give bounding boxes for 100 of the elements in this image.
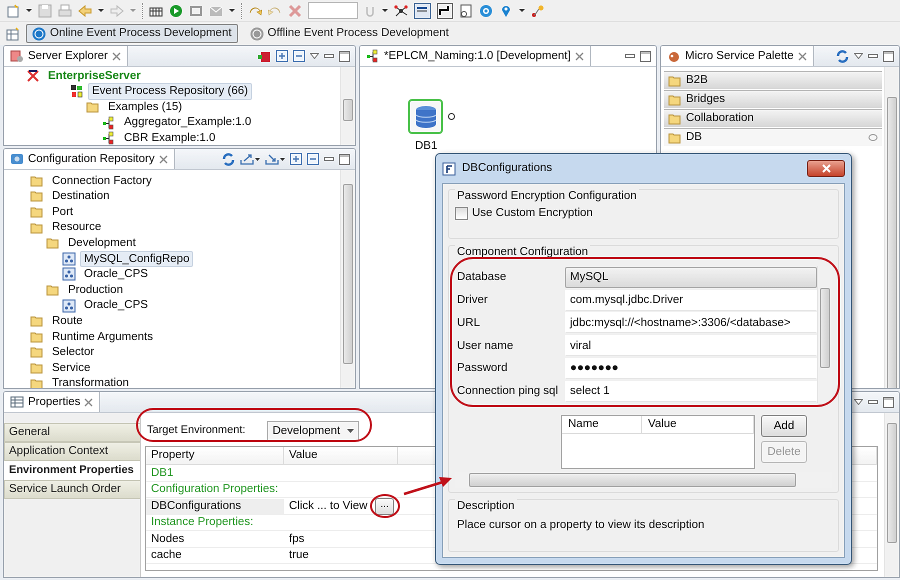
minimize-icon[interactable] [324, 156, 334, 162]
side-tab[interactable]: Environment Properties [4, 461, 140, 480]
play-icon[interactable] [169, 4, 183, 18]
open-perspective-icon[interactable] [6, 26, 20, 40]
editor-tab[interactable]: *EPLCM_Naming:1.0 [Development] [360, 46, 591, 66]
expand-all-icon[interactable] [276, 50, 288, 62]
toolbar-combo-field[interactable] [308, 2, 358, 19]
dropdown-caret-icon[interactable] [98, 9, 104, 12]
input-field[interactable]: select 1 [565, 380, 817, 402]
maximize-icon[interactable] [883, 396, 894, 408]
tree-item[interactable]: CBR Example:1.0 [120, 130, 220, 145]
view-menu-icon[interactable] [854, 399, 863, 405]
scrollbar[interactable] [817, 266, 832, 403]
tree-item[interactable]: Oracle_CPS [80, 266, 152, 283]
route-icon[interactable] [531, 4, 545, 18]
view-tab[interactable]: Server Explorer [4, 46, 128, 66]
column-header[interactable]: Property [146, 447, 284, 464]
connector-icon[interactable] [437, 2, 453, 18]
scrollbar[interactable] [884, 67, 899, 388]
xy-layout-icon[interactable] [414, 2, 431, 18]
tree-item[interactable]: Aggregator_Example:1.0 [120, 114, 256, 131]
tree-item[interactable]: Development [64, 234, 140, 252]
tree-item[interactable]: Port [48, 204, 78, 220]
scrollbar[interactable] [340, 170, 355, 388]
minimize-icon[interactable] [324, 54, 334, 58]
checkbox[interactable]: Use Custom Encryption [455, 206, 832, 220]
back-arrow-icon[interactable] [78, 4, 92, 18]
location-pin-icon[interactable] [499, 4, 513, 18]
tree-item[interactable]: Service [48, 360, 94, 376]
input-field[interactable]: viral [565, 335, 817, 356]
tree-item[interactable]: MySQL_ConfigRepo [80, 250, 194, 267]
tree-item[interactable]: Connection Factory [48, 172, 156, 189]
close-icon[interactable] [798, 52, 807, 60]
perspective-tab[interactable]: Online Event Process Development [26, 24, 238, 43]
dropdown-caret-icon[interactable] [519, 9, 525, 12]
column-header[interactable]: Name [562, 416, 642, 433]
tree-item[interactable]: Destination [48, 188, 114, 205]
dropdown-caret-icon[interactable] [382, 9, 388, 12]
close-icon[interactable] [574, 52, 584, 60]
palette-drawer[interactable]: DB [664, 128, 882, 147]
input-field[interactable]: jdbc:mysql://<hostname>:3306/<database> [565, 312, 817, 334]
column-header[interactable]: Value [642, 416, 754, 433]
minimize-icon[interactable] [868, 54, 878, 58]
port-icon[interactable] [448, 113, 455, 120]
view-menu-icon[interactable] [310, 53, 319, 59]
maximize-icon[interactable] [883, 50, 894, 62]
print-icon[interactable] [58, 4, 72, 18]
collapse-all-icon[interactable] [293, 50, 305, 62]
import-icon[interactable] [265, 153, 285, 165]
tree-item[interactable]: Selector [48, 344, 98, 361]
tree-item[interactable]: Event Process Repository (66) [88, 83, 252, 100]
close-icon[interactable] [112, 52, 121, 60]
action-button[interactable]: Add [761, 414, 807, 437]
column-header[interactable]: Value [284, 447, 398, 464]
tree-item[interactable]: Transformation [48, 375, 133, 388]
side-tab[interactable]: General [4, 423, 140, 442]
network-icon[interactable] [394, 4, 408, 18]
view-tab[interactable]: Configuration Repository [4, 149, 175, 169]
dropdown-caret-icon[interactable] [26, 9, 32, 12]
side-tab[interactable]: Application Context [4, 442, 140, 461]
palette-drawer[interactable]: B2B [664, 71, 882, 90]
perspective-tab[interactable]: Offline Event Process Development [244, 24, 455, 43]
scrollbar[interactable] [340, 67, 355, 145]
document-search-icon[interactable] [459, 4, 473, 18]
ellipsis-button[interactable]: ... [375, 498, 394, 515]
tree-item[interactable]: EnterpriseServer [44, 68, 145, 84]
tree-item[interactable]: Oracle_CPS [80, 297, 152, 314]
view-tab[interactable]: Micro Service Palette [661, 46, 814, 66]
tree-item[interactable]: Route [48, 312, 87, 330]
close-icon[interactable] [158, 154, 168, 164]
side-tab[interactable]: Service Launch Order [4, 480, 140, 499]
database-dropdown[interactable]: MySQL [565, 266, 817, 288]
input-field[interactable]: com.mysql.jdbc.Driver [565, 290, 817, 311]
scrollbar[interactable] [884, 413, 899, 577]
new-file-icon[interactable] [6, 4, 20, 18]
export-icon[interactable] [240, 153, 260, 165]
connect-icon[interactable] [257, 50, 271, 62]
minimize-icon[interactable] [868, 400, 878, 404]
environment-dropdown[interactable]: Development [267, 421, 360, 441]
minimize-icon[interactable] [625, 54, 635, 58]
tree-item[interactable]: Runtime Arguments [48, 328, 157, 345]
tree-item[interactable]: Resource [48, 219, 106, 236]
save-icon[interactable] [38, 4, 52, 18]
expand-all-icon[interactable] [290, 153, 302, 165]
close-icon[interactable] [84, 398, 94, 406]
database-node[interactable] [408, 99, 443, 134]
maximize-icon[interactable] [339, 50, 350, 62]
maximize-icon[interactable] [640, 50, 651, 62]
tree-item[interactable]: Production [64, 282, 127, 298]
target-icon[interactable] [479, 4, 493, 18]
collapse-all-icon[interactable] [307, 153, 319, 165]
close-button[interactable] [807, 160, 845, 177]
dropdown-caret-icon[interactable] [229, 9, 235, 12]
tree-item[interactable]: Examples (15) [104, 98, 186, 116]
view-tab[interactable]: Properties [4, 392, 100, 412]
view-menu-icon[interactable] [854, 53, 863, 59]
input-field[interactable]: ●●●●●●● [565, 358, 817, 380]
palette-drawer[interactable]: Collaboration [664, 109, 882, 128]
palette-drawer[interactable]: Bridges [664, 90, 882, 109]
maximize-icon[interactable] [339, 154, 350, 164]
